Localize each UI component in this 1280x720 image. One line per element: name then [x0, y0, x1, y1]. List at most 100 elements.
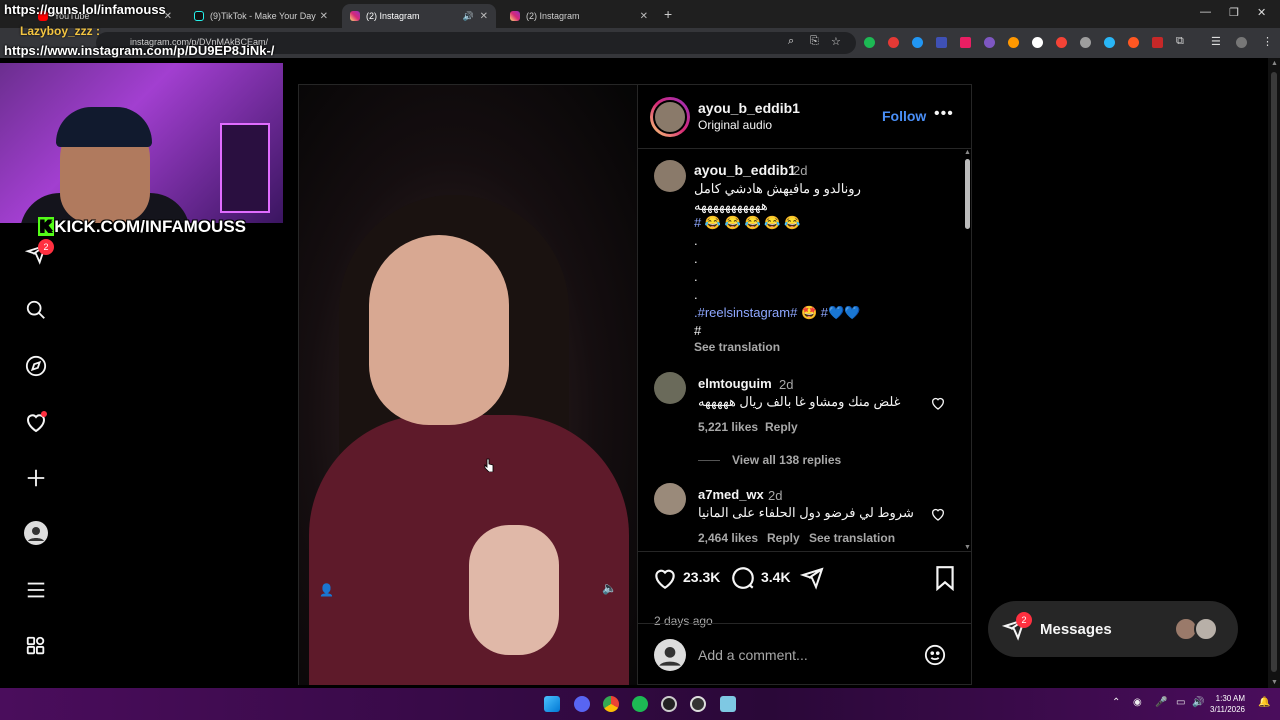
author-username[interactable]: ayou_b_eddib1	[698, 100, 800, 116]
microphone-icon[interactable]: 🎤	[1155, 697, 1167, 708]
windows-start-icon[interactable]	[544, 696, 560, 712]
nav-search-icon[interactable]	[22, 296, 50, 324]
zoom-icon[interactable]: ⌕	[788, 35, 794, 48]
scroll-down-icon[interactable]: ▼	[964, 544, 971, 551]
comment-avatar[interactable]	[654, 483, 686, 515]
nav-apps-icon[interactable]	[22, 632, 50, 660]
nav-menu-icon[interactable]	[22, 576, 50, 604]
scroll-up-icon[interactable]: ▲	[964, 149, 971, 156]
caption-username[interactable]: ayou_b_eddib1	[694, 162, 796, 178]
nav-profile-avatar[interactable]	[22, 519, 50, 547]
tag-people-icon[interactable]: 👤	[319, 583, 334, 597]
extension-icon[interactable]	[984, 37, 995, 48]
caption-line: هههههههههههه	[694, 198, 768, 213]
menu-icon[interactable]: ⋮	[1262, 35, 1273, 48]
caption-hashtags[interactable]: .#reelsinstagram# 🤩 #💙💙	[694, 305, 860, 321]
close-icon[interactable]: ✕	[640, 11, 648, 22]
comment-reply[interactable]: Reply	[765, 420, 798, 434]
profile-avatar-icon[interactable]	[1236, 37, 1247, 48]
reel-video[interactable]: 👤 🔈	[299, 85, 637, 685]
extension-icon[interactable]	[1008, 37, 1019, 48]
tab-instagram-active[interactable]: (2) Instagram 🔊 ✕	[342, 4, 496, 28]
nav-notifications-heart-icon[interactable]	[22, 408, 50, 436]
minimize-icon[interactable]: —	[1200, 6, 1211, 18]
share-icon[interactable]	[800, 566, 824, 590]
nav-explore-icon[interactable]	[22, 352, 50, 380]
message-avatar	[1194, 617, 1218, 641]
add-comment-input[interactable]: Add a comment...	[698, 647, 808, 663]
notification-bell-icon[interactable]: 🔔	[1258, 697, 1270, 708]
comment-avatar[interactable]	[654, 372, 686, 404]
extension-icon[interactable]	[888, 37, 899, 48]
caption-see-translation[interactable]: See translation	[694, 340, 780, 354]
view-replies-link[interactable]: View all 138 replies	[732, 453, 841, 467]
obs-icon[interactable]	[661, 696, 677, 712]
comment-like-heart-icon[interactable]	[930, 395, 946, 411]
scroll-up-icon[interactable]: ▲	[1271, 60, 1278, 67]
tray-chevron-icon[interactable]: ⌃	[1112, 697, 1120, 708]
more-options-icon[interactable]: •••	[934, 105, 954, 123]
extension-icon[interactable]	[960, 37, 971, 48]
network-icon[interactable]: ▭	[1176, 697, 1185, 708]
nav-create-icon[interactable]	[22, 464, 50, 492]
audio-label[interactable]: Original audio	[698, 118, 772, 132]
comment-username[interactable]: elmtouguim	[698, 376, 772, 391]
discord-icon[interactable]	[574, 696, 590, 712]
new-tab-icon[interactable]: +	[664, 6, 672, 22]
extension-icon[interactable]	[1104, 37, 1115, 48]
scroll-down-icon[interactable]: ▼	[1271, 679, 1278, 686]
comment-see-translation[interactable]: See translation	[809, 531, 895, 545]
caption-avatar[interactable]	[654, 160, 686, 192]
page-scroll-thumb[interactable]	[1271, 72, 1277, 672]
chrome-icon[interactable]	[603, 696, 619, 712]
extension-icon[interactable]	[1032, 37, 1043, 48]
caption-dot: .	[694, 269, 698, 284]
comment-reply[interactable]: Reply	[767, 531, 800, 545]
volume-icon[interactable]: 🔊	[1192, 697, 1204, 708]
extension-icon[interactable]	[936, 37, 947, 48]
extension-icon[interactable]	[1056, 37, 1067, 48]
comment-likes[interactable]: 5,221 likes	[698, 420, 758, 434]
comment-time: 2d	[768, 488, 783, 503]
speaker-icon[interactable]: 🔊	[463, 11, 474, 22]
comment-like-heart-icon[interactable]	[930, 506, 946, 522]
spotify-extension-icon[interactable]	[864, 37, 875, 48]
comment-username[interactable]: a7med_wx	[698, 487, 764, 502]
messages-button[interactable]: 2 Messages	[988, 601, 1238, 657]
close-icon[interactable]: ✕	[480, 11, 488, 22]
comment-count[interactable]: 3.4K	[761, 569, 791, 585]
tab-instagram[interactable]: (2) Instagram ✕	[502, 4, 656, 28]
tab-label: (2) Instagram	[526, 11, 580, 21]
close-icon[interactable]: ✕	[320, 11, 328, 22]
system-clock[interactable]: 1:30 AM 3/11/2026	[1210, 693, 1245, 715]
extension-icon[interactable]	[1128, 37, 1139, 48]
streamer-cap	[56, 107, 152, 147]
star-icon[interactable]: ☆	[831, 35, 841, 48]
extension-icon[interactable]	[1152, 37, 1163, 48]
follow-button[interactable]: Follow	[882, 108, 926, 124]
reading-list-icon[interactable]: ☰	[1211, 35, 1221, 48]
tab-tiktok[interactable]: (9)TikTok - Make Your Day ✕	[186, 4, 336, 28]
save-bookmark-icon[interactable]	[934, 565, 956, 591]
extensions-puzzle-icon[interactable]: ⧉	[1176, 35, 1184, 48]
extension-icon[interactable]	[912, 37, 923, 48]
video-dress	[309, 415, 629, 685]
app-icon[interactable]	[720, 696, 736, 712]
page-scrollbar[interactable]: ▲ ▼	[1268, 58, 1280, 688]
spotify-icon[interactable]	[632, 696, 648, 712]
comment-bubble-icon[interactable]	[730, 565, 756, 591]
author-avatar[interactable]	[650, 97, 690, 137]
cast-icon[interactable]: ⎘	[810, 35, 819, 48]
comments-scroll-thumb[interactable]	[965, 159, 970, 229]
browser-tab-bar: YouTube ✕ (9)TikTok - Make Your Day ✕ (2…	[0, 0, 1280, 28]
like-count[interactable]: 23.3K	[683, 569, 720, 585]
like-heart-icon[interactable]	[652, 565, 678, 591]
mute-icon[interactable]: 🔈	[602, 581, 617, 595]
extension-icon[interactable]	[1080, 37, 1091, 48]
maximize-icon[interactable]: ❐	[1229, 6, 1239, 19]
tray-app-icon[interactable]: ◉	[1133, 697, 1142, 708]
app-icon[interactable]	[690, 696, 706, 712]
comment-likes[interactable]: 2,464 likes	[698, 531, 758, 545]
close-window-icon[interactable]: ✕	[1257, 6, 1266, 19]
emoji-icon[interactable]	[924, 644, 946, 666]
